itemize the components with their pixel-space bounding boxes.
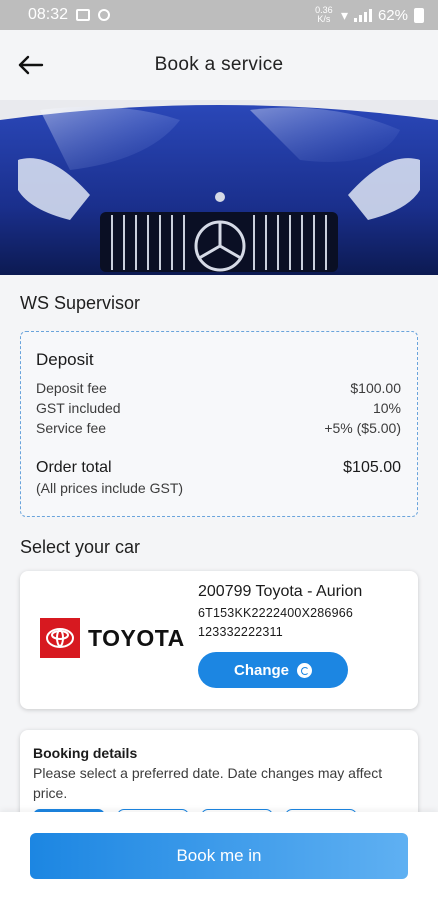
app-bar: Book a service: [0, 30, 438, 100]
change-label: Change: [233, 661, 289, 679]
refresh-icon: [297, 662, 312, 678]
provider-name: WS Supervisor: [20, 293, 141, 313]
fee-row: GST included 10%: [36, 398, 401, 418]
toyota-emblem-icon: [40, 618, 80, 658]
select-car-title: Select your car: [20, 537, 141, 557]
fee-value: 10%: [372, 400, 401, 416]
toyota-logo: TOYOTA: [40, 618, 185, 658]
battery-level: 62%: [377, 6, 408, 24]
bottom-bar: Book me in: [0, 812, 438, 900]
fee-value: +5% ($5.00): [324, 420, 401, 436]
wifi-icon: ▾: [340, 6, 348, 23]
fee-row: Deposit fee $100.00: [36, 378, 401, 398]
car-vin: 6T153KK2222400X286966: [198, 606, 354, 620]
booking-description: Please select a preferred date. Date cha…: [33, 765, 383, 801]
battery-icon: [414, 7, 424, 23]
deposit-card: Deposit Deposit fee $100.00 GST included…: [20, 331, 418, 517]
fee-value: $100.00: [350, 380, 401, 396]
booking-title: Booking details: [33, 745, 138, 761]
order-total-row: Order total $105.00: [36, 458, 401, 478]
fee-row: Service fee +5% ($5.00): [36, 418, 401, 438]
order-total-label: Order total: [36, 459, 112, 476]
fee-label: GST included: [36, 400, 121, 416]
gallery-icon: [76, 9, 91, 21]
status-bar: 08:32 0.36 K/s ▾ 62%: [0, 0, 438, 30]
status-time: 08:32: [28, 6, 69, 23]
notification-icon: [98, 9, 111, 21]
change-car-button[interactable]: Change: [198, 652, 348, 688]
fee-label: Deposit fee: [36, 380, 107, 396]
car-info: 200799 Toyota - Aurion 6T153KK2222400X28…: [198, 583, 362, 639]
back-arrow-icon[interactable]: [16, 52, 46, 78]
car-name: 200799 Toyota - Aurion: [198, 583, 363, 600]
fee-label: Service fee: [36, 420, 107, 436]
order-total-value: $105.00: [343, 459, 401, 476]
car-number: 123332222311: [198, 625, 283, 639]
book-me-in-button[interactable]: Book me in: [30, 833, 408, 879]
brand-name: TOYOTA: [88, 624, 185, 651]
page-title: Book a service: [154, 54, 284, 75]
gst-note: (All prices include GST): [36, 480, 184, 496]
signal-icon: [353, 8, 372, 22]
network-speed: 0.36 K/s: [315, 5, 333, 24]
car-card[interactable]: TOYOTA 200799 Toyota - Aurion 6T153KK222…: [20, 571, 418, 709]
service-hero-image: [0, 100, 438, 275]
deposit-heading: Deposit: [36, 350, 94, 369]
